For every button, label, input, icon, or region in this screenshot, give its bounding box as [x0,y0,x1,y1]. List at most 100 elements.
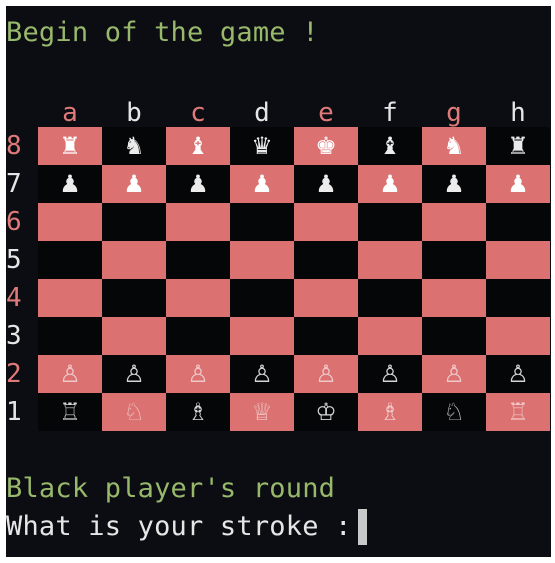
square-h5[interactable] [486,241,550,279]
square-d1[interactable]: ♕ [230,393,294,431]
square-e1[interactable]: ♔ [294,393,358,431]
square-d3[interactable] [230,317,294,355]
chess-piece-icon[interactable]: ♝ [379,127,401,165]
square-e7[interactable]: ♟ [294,165,358,203]
square-b8[interactable]: ♞ [102,127,166,165]
square-h2[interactable]: ♙ [486,355,550,393]
square-b3[interactable] [102,317,166,355]
chess-piece-icon[interactable]: ♕ [251,393,273,431]
chess-piece-icon[interactable]: ♖ [507,393,529,431]
square-h7[interactable]: ♟ [486,165,550,203]
square-f4[interactable] [358,279,422,317]
square-f1[interactable]: ♗ [358,393,422,431]
chess-piece-icon[interactable]: ♟ [443,165,465,203]
chess-piece-icon[interactable]: ♛ [251,127,273,165]
square-c5[interactable] [166,241,230,279]
chess-piece-icon[interactable]: ♟ [123,165,145,203]
square-c2[interactable]: ♙ [166,355,230,393]
square-h3[interactable] [486,317,550,355]
square-a2[interactable]: ♙ [38,355,102,393]
square-f7[interactable]: ♟ [358,165,422,203]
chess-piece-icon[interactable]: ♙ [315,355,337,393]
square-c7[interactable]: ♟ [166,165,230,203]
square-a4[interactable] [38,279,102,317]
square-d8[interactable]: ♛ [230,127,294,165]
prompt-line: What is your stroke : [6,511,369,542]
square-h8[interactable]: ♜ [486,127,550,165]
square-h6[interactable] [486,203,550,241]
chess-piece-icon[interactable]: ♞ [123,127,145,165]
chess-piece-icon[interactable]: ♞ [443,127,465,165]
square-b5[interactable] [102,241,166,279]
square-c6[interactable] [166,203,230,241]
square-h1[interactable]: ♖ [486,393,550,431]
chess-piece-icon[interactable]: ♜ [507,127,529,165]
square-c4[interactable] [166,279,230,317]
square-d7[interactable]: ♟ [230,165,294,203]
chess-piece-icon[interactable]: ♙ [123,355,145,393]
square-e8[interactable]: ♚ [294,127,358,165]
chess-piece-icon[interactable]: ♗ [187,393,209,431]
square-a7[interactable]: ♟ [38,165,102,203]
chess-piece-icon[interactable]: ♟ [379,165,401,203]
square-c3[interactable] [166,317,230,355]
square-e3[interactable] [294,317,358,355]
square-g8[interactable]: ♞ [422,127,486,165]
square-d6[interactable] [230,203,294,241]
square-e4[interactable] [294,279,358,317]
chess-piece-icon[interactable]: ♘ [443,393,465,431]
text-cursor[interactable] [358,509,367,545]
chess-piece-icon[interactable]: ♘ [123,393,145,431]
square-g3[interactable] [422,317,486,355]
square-f6[interactable] [358,203,422,241]
chess-piece-icon[interactable]: ♙ [251,355,273,393]
square-h4[interactable] [486,279,550,317]
square-b1[interactable]: ♘ [102,393,166,431]
chess-piece-icon[interactable]: ♜ [59,127,81,165]
square-e2[interactable]: ♙ [294,355,358,393]
chess-piece-icon[interactable]: ♟ [507,165,529,203]
chess-piece-icon[interactable]: ♟ [59,165,81,203]
square-f5[interactable] [358,241,422,279]
chess-piece-icon[interactable]: ♙ [379,355,401,393]
chess-piece-icon[interactable]: ♗ [379,393,401,431]
chess-piece-icon[interactable]: ♖ [59,393,81,431]
chess-piece-icon[interactable]: ♟ [187,165,209,203]
square-g7[interactable]: ♟ [422,165,486,203]
square-f2[interactable]: ♙ [358,355,422,393]
chess-piece-icon[interactable]: ♙ [187,355,209,393]
square-d5[interactable] [230,241,294,279]
chess-piece-icon[interactable]: ♝ [187,127,209,165]
square-a8[interactable]: ♜ [38,127,102,165]
square-e6[interactable] [294,203,358,241]
square-g6[interactable] [422,203,486,241]
square-a6[interactable] [38,203,102,241]
square-e5[interactable] [294,241,358,279]
square-d2[interactable]: ♙ [230,355,294,393]
chess-piece-icon[interactable]: ♙ [507,355,529,393]
square-b7[interactable]: ♟ [102,165,166,203]
square-c1[interactable]: ♗ [166,393,230,431]
square-f8[interactable]: ♝ [358,127,422,165]
square-b4[interactable] [102,279,166,317]
square-g1[interactable]: ♘ [422,393,486,431]
chess-piece-icon[interactable]: ♟ [251,165,273,203]
square-d4[interactable] [230,279,294,317]
square-g4[interactable] [422,279,486,317]
chess-piece-icon[interactable]: ♔ [315,393,337,431]
chess-piece-icon[interactable]: ♟ [315,165,337,203]
chess-piece-icon[interactable]: ♙ [59,355,81,393]
square-c8[interactable]: ♝ [166,127,230,165]
square-g2[interactable]: ♙ [422,355,486,393]
square-b2[interactable]: ♙ [102,355,166,393]
square-a1[interactable]: ♖ [38,393,102,431]
chess-piece-icon[interactable]: ♚ [315,127,337,165]
square-f3[interactable] [358,317,422,355]
rank-label-4: 4 [6,283,22,313]
square-b6[interactable] [102,203,166,241]
chess-piece-icon[interactable]: ♙ [443,355,465,393]
square-g5[interactable] [422,241,486,279]
file-label-e: e [318,98,334,128]
square-a5[interactable] [38,241,102,279]
square-a3[interactable] [38,317,102,355]
